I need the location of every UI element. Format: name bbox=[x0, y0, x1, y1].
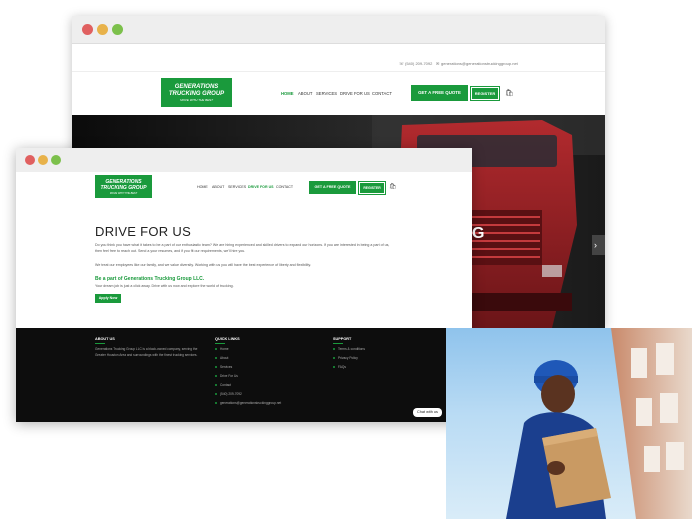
nav-services[interactable]: SERVICES bbox=[316, 91, 337, 96]
bullet-icon bbox=[333, 366, 335, 368]
footer-link-contact[interactable]: Contact bbox=[220, 383, 231, 387]
nav-services[interactable]: SERVICES bbox=[228, 185, 246, 189]
subheading: Be a part of Generations Trucking Group … bbox=[95, 276, 205, 282]
nav-about[interactable]: ABOUT bbox=[212, 185, 224, 189]
footer-link-drive-for-us[interactable]: Drive For Us bbox=[220, 374, 238, 378]
cart-icon[interactable]: 🛍 bbox=[505, 89, 514, 97]
get-quote-button[interactable]: GET A FREE QUOTE bbox=[411, 85, 468, 101]
footer-link-email[interactable]: generations@generationstruckinggroup.net bbox=[220, 401, 281, 405]
footer-link-privacy[interactable]: Privacy Policy bbox=[338, 356, 358, 360]
minimize-window-button[interactable] bbox=[97, 24, 108, 35]
nav-drive-for-us[interactable]: DRIVE FOR US bbox=[340, 91, 370, 96]
footer-quick-links-heading: QUICK LINKS bbox=[215, 337, 240, 341]
footer-about-text-2: Greater Houston Area and surroundings wi… bbox=[95, 353, 198, 357]
nav-home[interactable]: HOME bbox=[281, 91, 294, 96]
footer-link-phone[interactable]: (540) 209-7092 bbox=[220, 392, 242, 396]
bullet-icon bbox=[215, 366, 217, 368]
browser-window-front: GENERATIONS TRUCKING GROUP MOVE WITH THE… bbox=[16, 148, 472, 422]
browser-titlebar bbox=[16, 148, 472, 173]
bullet-icon bbox=[215, 393, 217, 395]
nav-home[interactable]: HOME bbox=[197, 185, 208, 189]
contact-email[interactable]: generations@generationstruckinggroup.net bbox=[441, 61, 518, 66]
maximize-window-button[interactable] bbox=[112, 24, 123, 35]
register-button[interactable]: REGISTER bbox=[358, 181, 386, 195]
get-quote-button[interactable]: GET A FREE QUOTE bbox=[309, 181, 356, 194]
hero-heading-fragment: G bbox=[472, 225, 485, 242]
contact-strip: ☏ (540) 209-7092 ✉ generations@generatio… bbox=[72, 57, 605, 72]
close-window-button[interactable] bbox=[25, 155, 35, 165]
mail-icon: ✉ bbox=[436, 61, 440, 66]
bullet-icon bbox=[215, 375, 217, 377]
footer-link-faqs[interactable]: FAQs bbox=[338, 365, 346, 369]
contact-phone[interactable]: (540) 209-7092 bbox=[405, 61, 432, 66]
bullet-icon bbox=[215, 357, 217, 359]
apply-now-button[interactable]: Apply Now bbox=[95, 294, 121, 303]
page-title: DRIVE FOR US bbox=[95, 224, 192, 239]
footer-link-home[interactable]: Home bbox=[220, 347, 229, 351]
drive-for-us-section: DRIVE FOR US Do you think you have what … bbox=[16, 204, 472, 328]
footer-link-services[interactable]: Services bbox=[220, 365, 232, 369]
footer-link-terms[interactable]: Terms & conditions bbox=[338, 347, 365, 351]
bullet-icon bbox=[333, 348, 335, 350]
heading-underline bbox=[333, 343, 343, 344]
intro-paragraph: Do you think you have what it takes to b… bbox=[95, 243, 390, 253]
nav-contact[interactable]: CONTACT bbox=[372, 91, 392, 96]
nav-drive-for-us[interactable]: DRIVE FOR US bbox=[248, 185, 274, 189]
bullet-icon bbox=[215, 384, 217, 386]
subtext: Your dream job is just a click away. Dri… bbox=[95, 284, 234, 288]
bullet-icon bbox=[333, 357, 335, 359]
footer-about-heading: ABOUT US bbox=[95, 337, 115, 341]
nav-contact[interactable]: CONTACT bbox=[276, 185, 293, 189]
chat-widget-button[interactable]: Chat with us bbox=[413, 408, 442, 417]
footer-about-text-1: Generations Trucking Group LLC is a blac… bbox=[95, 347, 198, 351]
site-header: GENERATIONS TRUCKING GROUP MOVE WITH THE… bbox=[72, 72, 605, 115]
site-logo[interactable]: GENERATIONS TRUCKING GROUP MOVE WITH THE… bbox=[161, 78, 232, 107]
values-paragraph: We treat our employees like our family, … bbox=[95, 263, 311, 267]
site-header: GENERATIONS TRUCKING GROUP MOVE WITH THE… bbox=[16, 172, 472, 205]
delivery-man-illustration bbox=[506, 328, 692, 519]
maximize-window-button[interactable] bbox=[51, 155, 61, 165]
close-window-button[interactable] bbox=[82, 24, 93, 35]
nav-about[interactable]: ABOUT bbox=[298, 91, 312, 96]
phone-icon: ☏ bbox=[399, 61, 405, 66]
heading-underline bbox=[215, 343, 225, 344]
minimize-window-button[interactable] bbox=[38, 155, 48, 165]
delivery-man-photo bbox=[446, 328, 692, 519]
footer-support-heading: SUPPORT bbox=[333, 337, 352, 341]
svg-text:›: › bbox=[594, 240, 597, 250]
site-footer: ABOUT US Generations Trucking Group LLC … bbox=[16, 328, 472, 422]
site-logo[interactable]: GENERATIONS TRUCKING GROUP MOVE WITH THE… bbox=[95, 175, 152, 198]
footer-link-about[interactable]: About bbox=[220, 356, 228, 360]
heading-underline bbox=[95, 343, 105, 344]
register-button[interactable]: REGISTER bbox=[470, 86, 500, 101]
browser-titlebar bbox=[72, 16, 605, 44]
bullet-icon bbox=[215, 402, 217, 404]
bullet-icon bbox=[215, 348, 217, 350]
cart-icon[interactable]: 🛍 bbox=[389, 183, 397, 190]
